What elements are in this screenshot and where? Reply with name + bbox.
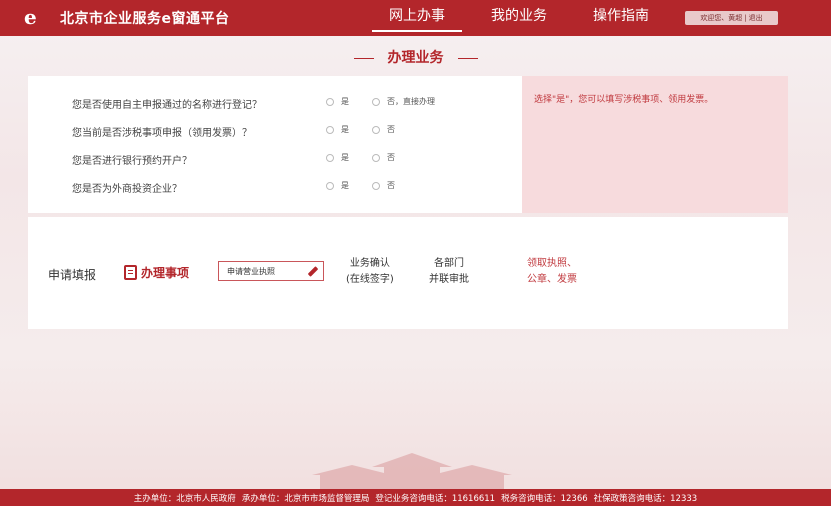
option-label: 否	[387, 153, 395, 162]
radio-icon[interactable]	[326, 125, 334, 134]
logo-icon[interactable]: e	[24, 6, 46, 28]
question-row: 您当前是否涉税事项申报（领用发票）？ 是 否	[28, 121, 522, 139]
step-confirm-line1: 业务确认	[349, 258, 390, 269]
step-collect: 领取执照、 公章、发票	[527, 256, 577, 288]
radio-icon[interactable]	[326, 97, 334, 106]
footer-reg-phone: 登记业务咨询电话：11616611	[375, 493, 496, 504]
radio-icon[interactable]	[326, 181, 334, 190]
question-text: 您是否进行银行预约开户？	[72, 156, 192, 167]
option-yes[interactable]: 是	[326, 96, 349, 107]
active-step-label: 办理事项	[141, 266, 190, 280]
step-approval: 各部门 并联审批	[429, 256, 469, 288]
radio-icon[interactable]	[372, 97, 380, 106]
option-yes[interactable]: 是	[326, 124, 349, 135]
option-yes[interactable]: 是	[326, 152, 349, 163]
apply-license-button[interactable]: 申请营业执照	[218, 261, 324, 281]
user-separator: |	[744, 14, 747, 22]
site-title[interactable]: 北京市企业服务e窗通平台	[60, 8, 230, 28]
option-label: 否	[387, 125, 395, 134]
radio-icon[interactable]	[326, 153, 334, 162]
question-row: 您是否使用自主申报通过的名称进行登记？ 是 否，直接办理	[28, 93, 522, 111]
step-approval-line2: 并联审批	[429, 274, 469, 285]
logout-link[interactable]: 退出	[749, 13, 763, 23]
section-title-text: 办理业务	[387, 50, 444, 66]
document-icon	[124, 265, 137, 280]
option-label: 否	[387, 181, 395, 190]
option-label: 是	[341, 181, 349, 190]
radio-icon[interactable]	[372, 181, 380, 190]
step-confirm: 业务确认 (在线签字)	[346, 256, 394, 288]
option-no[interactable]: 否，直接办理	[372, 96, 435, 107]
nav-guide[interactable]: 操作指南	[570, 0, 672, 36]
title-dash-left	[353, 57, 374, 59]
option-label: 是	[341, 97, 349, 106]
radio-icon[interactable]	[372, 153, 380, 162]
info-panel: 选择"是"，您可以填写涉税事项、领用发票。	[522, 76, 788, 213]
question-row: 您是否进行银行预约开户？ 是 否	[28, 149, 522, 167]
option-yes[interactable]: 是	[326, 180, 349, 191]
info-text: 选择"是"，您可以填写涉税事项、领用发票。	[534, 95, 714, 105]
process-label: 申请填报	[48, 268, 97, 282]
step-approval-line1: 各部门	[434, 258, 464, 269]
footer-organizer: 承办单位：北京市市场监督管理局	[241, 493, 370, 504]
step-collect-line1: 领取执照、	[527, 258, 577, 269]
footer-social-phone: 社保政策咨询电话：12333	[593, 493, 698, 504]
option-label: 否，直接办理	[387, 97, 435, 106]
active-step: 办理事项	[124, 264, 189, 281]
pencil-icon	[307, 266, 319, 277]
question-text: 您是否使用自主申报通过的名称进行登记？	[72, 100, 262, 111]
footer-host: 主办单位：北京市人民政府	[133, 493, 236, 504]
apply-button-label: 申请营业执照	[227, 266, 275, 276]
welcome-text: 欢迎您、黄超	[700, 14, 743, 22]
user-box: 欢迎您、黄超 | 退出	[685, 11, 778, 25]
option-no[interactable]: 否	[372, 152, 395, 163]
section-title: 办理业务	[0, 47, 831, 67]
building-decoration	[312, 453, 512, 489]
footer-tax-phone: 税务咨询电话：12366	[501, 493, 588, 504]
question-text: 您是否为外商投资企业？	[72, 184, 182, 195]
process-panel: 申请填报 办理事项 申请营业执照 业务确认 (在线签字) 各部门 并联审批 领取…	[28, 217, 788, 329]
question-row: 您是否为外商投资企业？ 是 否	[28, 177, 522, 195]
radio-icon[interactable]	[372, 125, 380, 134]
questions-panel: 您是否使用自主申报通过的名称进行登记？ 是 否，直接办理 您当前是否涉税事项申报…	[28, 76, 522, 213]
step-confirm-line2: (在线签字)	[346, 274, 394, 285]
header-bar: e 北京市企业服务e窗通平台 网上办事 我的业务 操作指南 欢迎您、黄超 | 退…	[0, 0, 831, 36]
nav-online-service[interactable]: 网上办事	[366, 0, 468, 36]
title-dash-right	[457, 57, 478, 59]
option-label: 是	[341, 125, 349, 134]
option-label: 是	[341, 153, 349, 162]
nav-my-business[interactable]: 我的业务	[468, 0, 570, 36]
option-no[interactable]: 否	[372, 180, 395, 191]
step-collect-line2: 公章、发票	[527, 274, 577, 285]
question-text: 您当前是否涉税事项申报（领用发票）？	[72, 128, 252, 139]
footer-bar: 主办单位：北京市人民政府 承办单位：北京市市场监督管理局 登记业务咨询电话：11…	[0, 489, 831, 506]
main-nav: 网上办事 我的业务 操作指南	[366, 0, 672, 36]
option-no[interactable]: 否	[372, 124, 395, 135]
